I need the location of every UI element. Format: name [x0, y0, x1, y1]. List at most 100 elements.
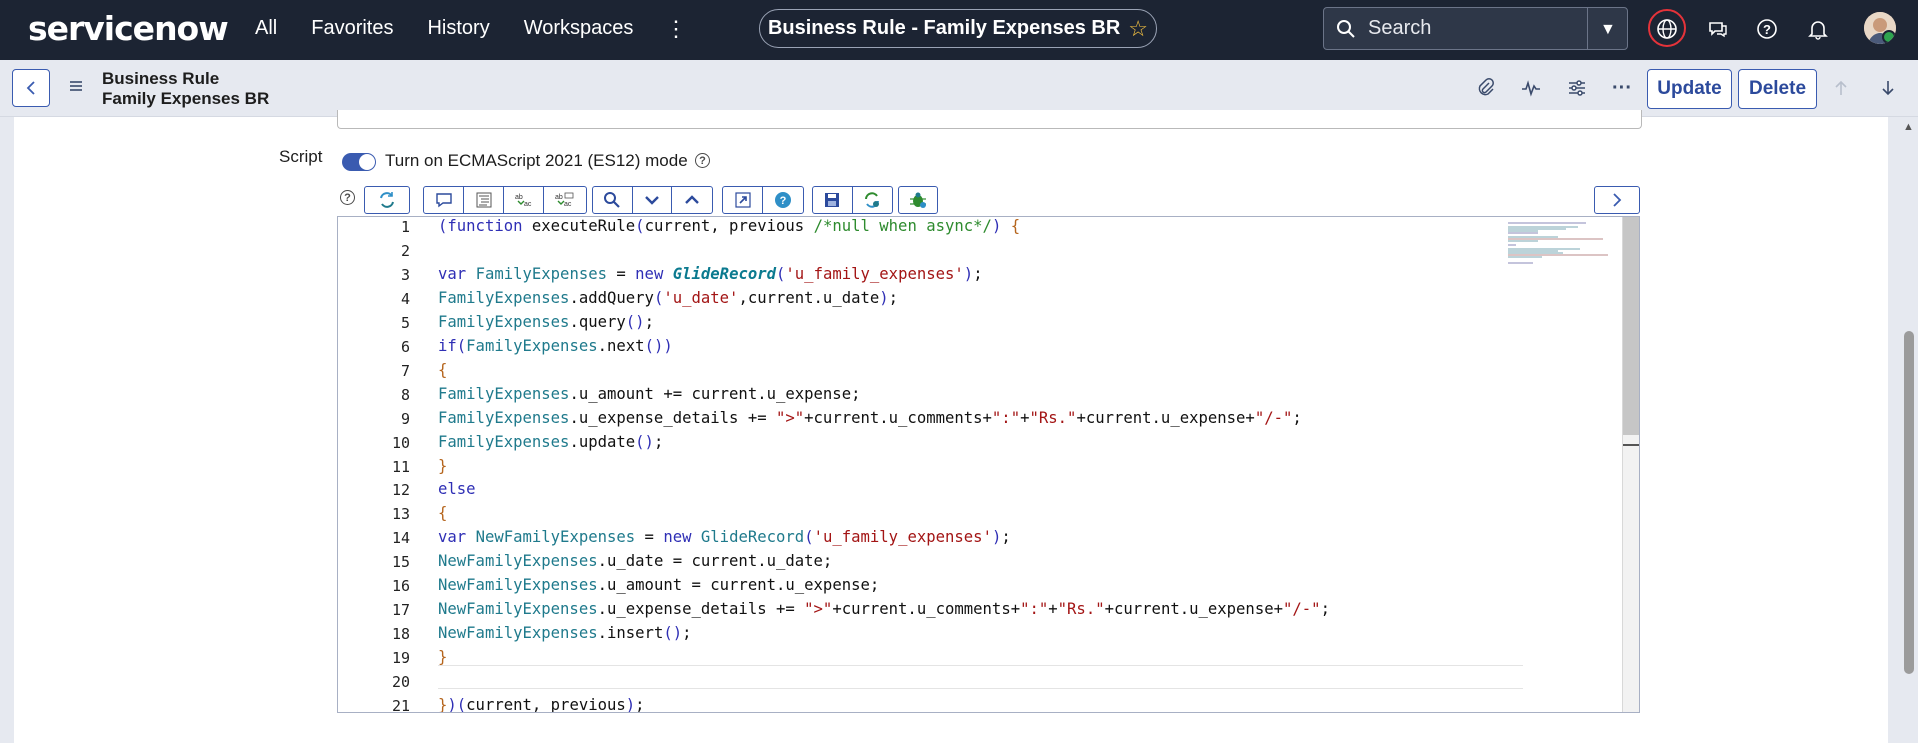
update-button[interactable]: Update	[1647, 69, 1732, 109]
floppy-disk-icon	[825, 193, 840, 207]
line-number: 11	[391, 457, 410, 476]
save-button[interactable]	[813, 187, 853, 213]
line-number: 10	[391, 433, 410, 452]
find-previous-button[interactable]	[672, 187, 712, 213]
fullscreen-button[interactable]	[723, 187, 763, 213]
bug-icon	[910, 192, 926, 208]
help-circle-icon: ?	[775, 192, 791, 208]
previous-record-arrow-icon[interactable]	[1829, 76, 1853, 100]
line-number: 9	[400, 409, 410, 428]
script-debugger-button[interactable]	[853, 187, 893, 213]
code-line[interactable]: {	[438, 504, 447, 522]
replace-icon: abac	[515, 194, 532, 208]
record-name-label: Family Expenses BR	[102, 89, 270, 108]
edit-tools-group: ab ac ab ac	[423, 186, 587, 214]
view-tools-group: ?	[722, 186, 804, 214]
debug-sync-icon	[865, 192, 880, 208]
magnifier-icon	[604, 192, 621, 208]
code-line[interactable]: FamilyExpenses.update();	[438, 433, 663, 451]
settings-sliders-icon[interactable]	[1565, 76, 1589, 100]
code-line[interactable]: }	[438, 648, 447, 666]
top-navigation-bar: servicenow All Favorites History Workspa…	[0, 0, 1918, 60]
editor-cursor-marker	[1623, 444, 1639, 446]
more-options-icon[interactable]: ···	[1610, 76, 1634, 100]
delete-button[interactable]: Delete	[1738, 69, 1817, 109]
debug-bug-button[interactable]	[898, 186, 938, 214]
script-code-editor[interactable]: 1 2 3 4 5 6 7 8 9 10 11 12 13 14 15 16 17 18 19 20 21 (funct…	[337, 216, 1640, 713]
code-minimap[interactable]	[1508, 221, 1618, 267]
code-line[interactable]: NewFamilyExpenses.insert();	[438, 624, 692, 642]
code-line[interactable]: })(current, previous);	[438, 696, 645, 712]
help-icon[interactable]: ?	[1751, 13, 1783, 45]
page-scroll-up-icon[interactable]: ▲	[1903, 121, 1914, 133]
global-search[interactable]: Search ▼	[1323, 7, 1628, 50]
code-line[interactable]: FamilyExpenses.u_amount += current.u_exp…	[438, 385, 860, 403]
find-next-button[interactable]	[633, 187, 673, 213]
search-tools-group	[592, 186, 713, 214]
es12-help-icon[interactable]: ?	[695, 153, 710, 168]
code-line[interactable]: NewFamilyExpenses.u_amount = current.u_e…	[438, 576, 879, 594]
editor-scrollbar-thumb[interactable]	[1623, 217, 1639, 435]
find-button[interactable]	[593, 187, 633, 213]
replace-all-button[interactable]: ab ac	[544, 187, 584, 213]
chevron-up-icon	[685, 195, 700, 204]
expand-editor-button[interactable]	[1594, 186, 1640, 214]
script-sync-button[interactable]	[364, 186, 410, 214]
more-menu-icon[interactable]: ⋮	[665, 16, 687, 42]
line-number: 16	[391, 577, 410, 596]
line-number: 5	[400, 313, 410, 332]
code-line[interactable]: }	[438, 457, 447, 475]
previous-field-box[interactable]	[337, 110, 1642, 129]
next-record-arrow-icon[interactable]	[1876, 76, 1900, 100]
nav-favorites[interactable]: Favorites	[294, 15, 410, 41]
code-line[interactable]: NewFamilyExpenses.u_date = current.u_dat…	[438, 552, 832, 570]
search-scope-dropdown-icon[interactable]: ▼	[1600, 21, 1616, 39]
servicenow-logo[interactable]: servicenow	[28, 9, 229, 48]
record-title: Business Rule - Family Expenses BR	[767, 17, 1121, 39]
es12-mode-toggle[interactable]	[342, 153, 376, 171]
globe-icon[interactable]	[1651, 13, 1683, 45]
line-number: 4	[400, 289, 410, 308]
presence-status-icon	[1882, 30, 1896, 44]
code-line[interactable]: (function executeRule(current, previous …	[438, 217, 1020, 235]
code-line[interactable]: if(FamilyExpenses.next())	[438, 337, 673, 355]
search-divider	[1587, 8, 1588, 49]
script-help-icon[interactable]: ?	[340, 190, 355, 205]
page-scrollbar-thumb[interactable]	[1904, 331, 1914, 674]
open-window-icon	[734, 192, 751, 208]
nav-history[interactable]: History	[410, 15, 506, 41]
code-line[interactable]: {	[438, 361, 447, 379]
code-line[interactable]: var NewFamilyExpenses = new GlideRecord(…	[438, 528, 1011, 546]
activity-pulse-icon[interactable]	[1519, 76, 1543, 100]
paperclip-icon[interactable]	[1474, 76, 1498, 100]
favorite-star-icon[interactable]: ☆	[1128, 16, 1148, 42]
script-field-label: Script	[279, 147, 323, 166]
code-line[interactable]: var FamilyExpenses = new GlideRecord('u_…	[438, 265, 983, 283]
nav-all[interactable]: All	[255, 15, 294, 41]
script-help-button[interactable]: ?	[763, 187, 803, 213]
code-line[interactable]: FamilyExpenses.addQuery('u_date',current…	[438, 289, 898, 307]
chat-icon[interactable]	[1702, 13, 1734, 45]
toggle-knob	[359, 154, 375, 170]
replace-button[interactable]: ab ac	[504, 187, 544, 213]
record-title-pill[interactable]: Business Rule - Family Expenses BR ☆	[759, 9, 1157, 48]
code-line[interactable]: FamilyExpenses.query();	[438, 313, 654, 331]
bell-icon[interactable]	[1802, 13, 1834, 45]
search-placeholder[interactable]: Search	[1368, 17, 1431, 40]
svg-text:ac: ac	[524, 201, 532, 208]
form-context-menu-icon[interactable]	[68, 79, 84, 98]
line-number: 6	[400, 337, 410, 356]
comment-button[interactable]	[424, 187, 464, 213]
nav-workspaces[interactable]: Workspaces	[507, 15, 651, 41]
back-button[interactable]	[12, 69, 50, 107]
svg-text:ab: ab	[515, 194, 523, 201]
avatar[interactable]	[1864, 12, 1896, 44]
svg-text:?: ?	[1763, 22, 1771, 37]
form-header: Business Rule Family Expenses BR ··· Upd…	[0, 60, 1918, 117]
format-code-button[interactable]	[464, 187, 504, 213]
code-line[interactable]: NewFamilyExpenses.u_expense_details += "…	[438, 600, 1330, 618]
code-line[interactable]: else	[438, 480, 476, 498]
save-tools-group	[812, 186, 893, 214]
line-number: 8	[400, 385, 410, 404]
code-line[interactable]: FamilyExpenses.u_expense_details += ">"+…	[438, 409, 1302, 427]
